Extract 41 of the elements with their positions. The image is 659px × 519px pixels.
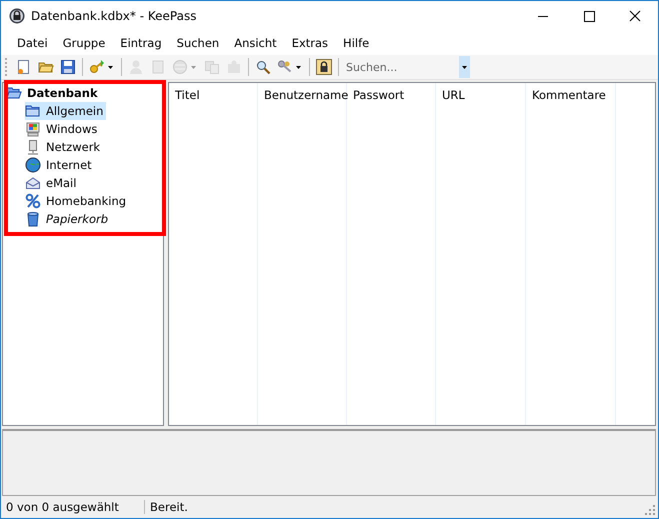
column-header[interactable]: Benutzername <box>264 88 348 102</box>
resize-grip-icon[interactable] <box>645 505 655 515</box>
caret-icon <box>462 66 467 68</box>
menu-item[interactable]: Suchen <box>170 36 226 50</box>
column-header[interactable]: Passwort <box>353 88 404 102</box>
tree-item[interactable]: Homebanking <box>25 192 130 210</box>
tree-item[interactable]: Allgemein <box>25 102 106 120</box>
menu-item[interactable]: Extras <box>284 36 336 50</box>
tree-item[interactable]: Windows <box>25 120 100 138</box>
trash-bin-icon <box>25 211 41 227</box>
new-file-icon[interactable] <box>16 59 32 75</box>
dropdown-button[interactable] <box>459 56 470 78</box>
caret-icon[interactable] <box>108 66 113 68</box>
envelope-icon <box>25 175 41 191</box>
status-text: Bereit. <box>149 500 188 514</box>
column-header[interactable]: Kommentare <box>532 88 606 102</box>
column-header[interactable]: URL <box>442 88 465 102</box>
search-field[interactable]: Suchen... <box>344 60 458 74</box>
percent-icon <box>25 193 41 209</box>
menu-item[interactable]: Eintrag <box>113 36 169 50</box>
status-text: 0 von 0 ausgewählt <box>1 500 145 514</box>
folder-icon <box>6 85 22 101</box>
computer-icon <box>25 121 41 137</box>
caret-icon[interactable] <box>296 66 301 68</box>
tree-item[interactable]: Netzwerk <box>25 138 104 156</box>
column-header[interactable]: Titel <box>175 88 200 102</box>
menu-item[interactable]: Gruppe <box>56 36 112 50</box>
padlock-icon <box>9 8 25 24</box>
menu-item[interactable]: Ansicht <box>227 36 284 50</box>
tree-item[interactable]: Papierkorb <box>25 210 112 228</box>
padlock-icon[interactable] <box>316 59 332 75</box>
keys-icon[interactable] <box>277 59 293 75</box>
menu-item[interactable]: Hilfe <box>336 36 376 50</box>
search-icon[interactable] <box>255 59 271 75</box>
globe-icon <box>25 157 41 173</box>
tree-item[interactable]: Internet <box>25 156 95 174</box>
menu-item[interactable]: Datei <box>10 36 55 50</box>
tree-item[interactable]: eMail <box>25 174 80 192</box>
server-icon <box>25 139 41 155</box>
window-title: Datenbank.kdbx* - KeePass <box>31 9 198 23</box>
tree-item[interactable]: Datenbank <box>6 84 101 102</box>
